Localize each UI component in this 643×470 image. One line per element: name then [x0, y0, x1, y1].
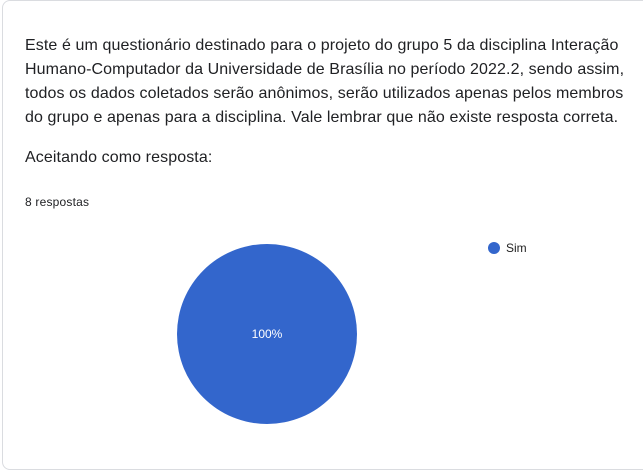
chart-legend: Sim — [488, 241, 527, 255]
pie-labels: 100% — [252, 327, 283, 341]
legend-label-sim: Sim — [506, 241, 527, 255]
pie-chart: 100% — [177, 244, 357, 424]
pie-label-sim: 100% — [252, 327, 283, 341]
legend-swatch-sim — [488, 242, 500, 254]
